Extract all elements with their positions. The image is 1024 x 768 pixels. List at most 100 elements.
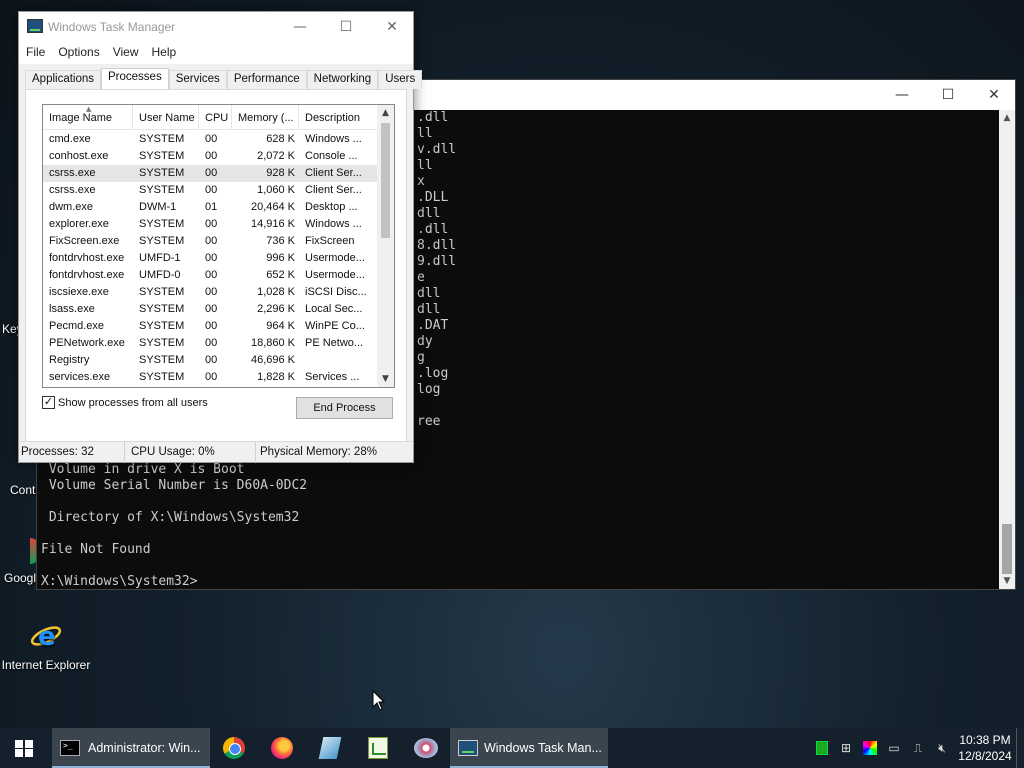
column-cpu[interactable]: CPU <box>199 105 232 130</box>
process-rows: cmd.exe SYSTEM 00 628 K Windows ... conhost.e… <box>43 131 378 386</box>
tab-applications[interactable]: Applications <box>25 70 102 89</box>
cell-image-name: lsass.exe <box>49 303 95 315</box>
cell-image-name: explorer.exe <box>49 218 109 230</box>
taskbar-pin-firefox[interactable] <box>258 728 306 768</box>
process-list-scrollbar[interactable]: ▲ ▼ <box>377 105 394 387</box>
process-scroll-thumb[interactable] <box>381 123 390 238</box>
task-manager-title-bar[interactable]: Windows Task Manager — ☐ ✕ <box>19 12 413 42</box>
table-row[interactable]: explorer.exe SYSTEM 00 14,916 K Windows ... <box>43 216 378 233</box>
cell-cpu: 00 <box>205 218 218 230</box>
menu-view[interactable]: View <box>108 42 147 64</box>
table-row[interactable]: services.exe SYSTEM 00 1,828 K Services ... <box>43 369 378 386</box>
tray-display-icon[interactable]: ▭ <box>882 728 906 768</box>
cell-memory: 964 K <box>266 320 295 332</box>
column-memory[interactable]: Memory (... <box>232 105 299 130</box>
tray-color-icon[interactable] <box>858 728 882 768</box>
cell-cpu: 00 <box>205 150 218 162</box>
tab-services[interactable]: Services <box>168 70 227 89</box>
cell-cpu: 00 <box>205 320 218 332</box>
tab-users[interactable]: Users <box>378 70 423 89</box>
console-scroll-up-arrow-icon[interactable]: ▲ <box>999 110 1015 126</box>
menu-options[interactable]: Options <box>53 42 107 64</box>
status-cpu-usage: CPU Usage: 0% <box>125 442 256 463</box>
console-maximize-button[interactable]: ☐ <box>925 84 971 106</box>
cell-cpu: 00 <box>205 371 218 383</box>
tab-performance[interactable]: Performance <box>226 70 307 89</box>
console-close-button[interactable]: ✕ <box>971 84 1017 106</box>
table-row[interactable]: Registry SYSTEM 00 46,696 K <box>43 352 378 369</box>
taskbar-item-command-prompt[interactable]: Administrator: Win... <box>52 728 210 768</box>
table-row[interactable]: csrss.exe SYSTEM 00 928 K Client Ser... <box>43 165 378 182</box>
table-row[interactable]: PENetwork.exe SYSTEM 00 18,860 K PE Netwo... <box>43 335 378 352</box>
console-scroll-down-arrow-icon[interactable]: ▼ <box>999 573 1015 589</box>
firefox-icon <box>271 737 293 759</box>
process-scroll-up-arrow-icon[interactable]: ▲ <box>377 105 394 121</box>
cell-user-name: SYSTEM <box>139 286 185 298</box>
internet-explorer-label: Internet Explorer <box>1 658 91 672</box>
console-line: .dll <box>417 222 449 237</box>
cell-user-name: SYSTEM <box>139 167 185 179</box>
menu-file[interactable]: File <box>21 42 53 64</box>
show-desktop-button[interactable] <box>1016 728 1024 768</box>
table-row[interactable]: csrss.exe SYSTEM 00 1,060 K Client Ser... <box>43 182 378 199</box>
cell-description: Usermode... <box>305 269 365 281</box>
table-row[interactable]: dwm.exe DWM-1 01 20,464 K Desktop ... <box>43 199 378 216</box>
table-row[interactable]: cmd.exe SYSTEM 00 628 K Windows ... <box>43 131 378 148</box>
process-scroll-down-arrow-icon[interactable]: ▼ <box>377 371 394 387</box>
console-line: g <box>417 350 425 365</box>
cell-user-name: UMFD-1 <box>139 252 181 264</box>
column-user-name[interactable]: User Name <box>133 105 199 130</box>
table-row[interactable]: FixScreen.exe SYSTEM 00 736 K FixScreen <box>43 233 378 250</box>
cell-user-name: SYSTEM <box>139 235 185 247</box>
desktop-icon-label-control-panel[interactable]: Contr <box>10 483 39 497</box>
taskbar-pin-chrome[interactable] <box>210 728 258 768</box>
table-row[interactable]: fontdrvhost.exe UMFD-0 00 652 K Usermode... <box>43 267 378 284</box>
task-manager-minimize-button[interactable]: — <box>277 16 323 38</box>
taskbar-pin-sheet-app[interactable] <box>354 728 402 768</box>
cell-user-name: SYSTEM <box>139 337 185 349</box>
menu-help[interactable]: Help <box>147 42 185 64</box>
taskbar-pin-app[interactable] <box>306 728 354 768</box>
console-scrollbar[interactable]: ▲ ▼ <box>999 110 1015 589</box>
cell-description: FixScreen <box>305 235 355 247</box>
disk-tool-icon <box>414 738 438 758</box>
task-manager-close-button[interactable]: ✕ <box>369 16 415 38</box>
cell-image-name: cmd.exe <box>49 133 91 145</box>
console-scroll-thumb[interactable] <box>1002 524 1012 574</box>
column-description[interactable]: Description <box>299 105 378 130</box>
start-button[interactable] <box>0 728 48 768</box>
cell-memory: 18,860 K <box>250 337 295 349</box>
show-all-processes-checkbox[interactable]: ✓ Show processes from all users <box>42 396 208 409</box>
console-line: File Not Found <box>41 542 151 557</box>
mouse-cursor-icon <box>372 690 386 711</box>
cell-description: PE Netwo... <box>305 337 364 349</box>
table-row[interactable]: Pecmd.exe SYSTEM 00 964 K WinPE Co... <box>43 318 378 335</box>
tray-green-app-icon[interactable] <box>810 728 834 768</box>
console-minimize-button[interactable]: — <box>879 84 925 106</box>
internet-explorer-icon: e <box>30 620 62 652</box>
table-row[interactable]: iscsiexe.exe SYSTEM 00 1,028 K iSCSI Disc... <box>43 284 378 301</box>
end-process-button[interactable]: End Process <box>296 397 393 419</box>
process-list[interactable]: Image Name User Name CPU Memory (... Des… <box>42 104 395 388</box>
taskbar-item-task-manager[interactable]: Windows Task Man... <box>450 728 608 768</box>
table-row[interactable]: lsass.exe SYSTEM 00 2,296 K Local Sec... <box>43 301 378 318</box>
tray-usb-icon[interactable]: ⎍ <box>906 728 930 768</box>
cell-user-name: DWM-1 <box>139 201 177 213</box>
task-manager-menu-bar: File Options View Help <box>19 42 413 64</box>
taskbar-clock[interactable]: 10:38 PM 12/8/2024 <box>954 732 1016 764</box>
taskbar-item-label: Windows Task Man... <box>484 741 602 755</box>
console-line: Directory of X:\Windows\System32 <box>41 510 300 525</box>
task-manager-window[interactable]: Windows Task Manager — ☐ ✕ File Options … <box>18 11 423 463</box>
taskbar-pin-disk-tool[interactable] <box>402 728 450 768</box>
task-manager-maximize-button[interactable]: ☐ <box>323 16 369 38</box>
tab-processes[interactable]: Processes <box>101 68 169 89</box>
desktop-icon-internet-explorer[interactable]: e Internet Explorer <box>0 620 92 672</box>
tray-volume-muted-icon[interactable]: 🔇︎ <box>930 728 954 768</box>
table-row[interactable]: conhost.exe SYSTEM 00 2,072 K Console ... <box>43 148 378 165</box>
table-row[interactable]: fontdrvhost.exe UMFD-1 00 996 K Usermode... <box>43 250 378 267</box>
taskbar-item-label: Administrator: Win... <box>88 741 201 755</box>
tab-networking[interactable]: Networking <box>306 70 379 89</box>
cell-user-name: SYSTEM <box>139 184 185 196</box>
checkbox-checked-icon[interactable]: ✓ <box>42 396 55 409</box>
tray-network-icon[interactable]: ⊞ <box>834 728 858 768</box>
